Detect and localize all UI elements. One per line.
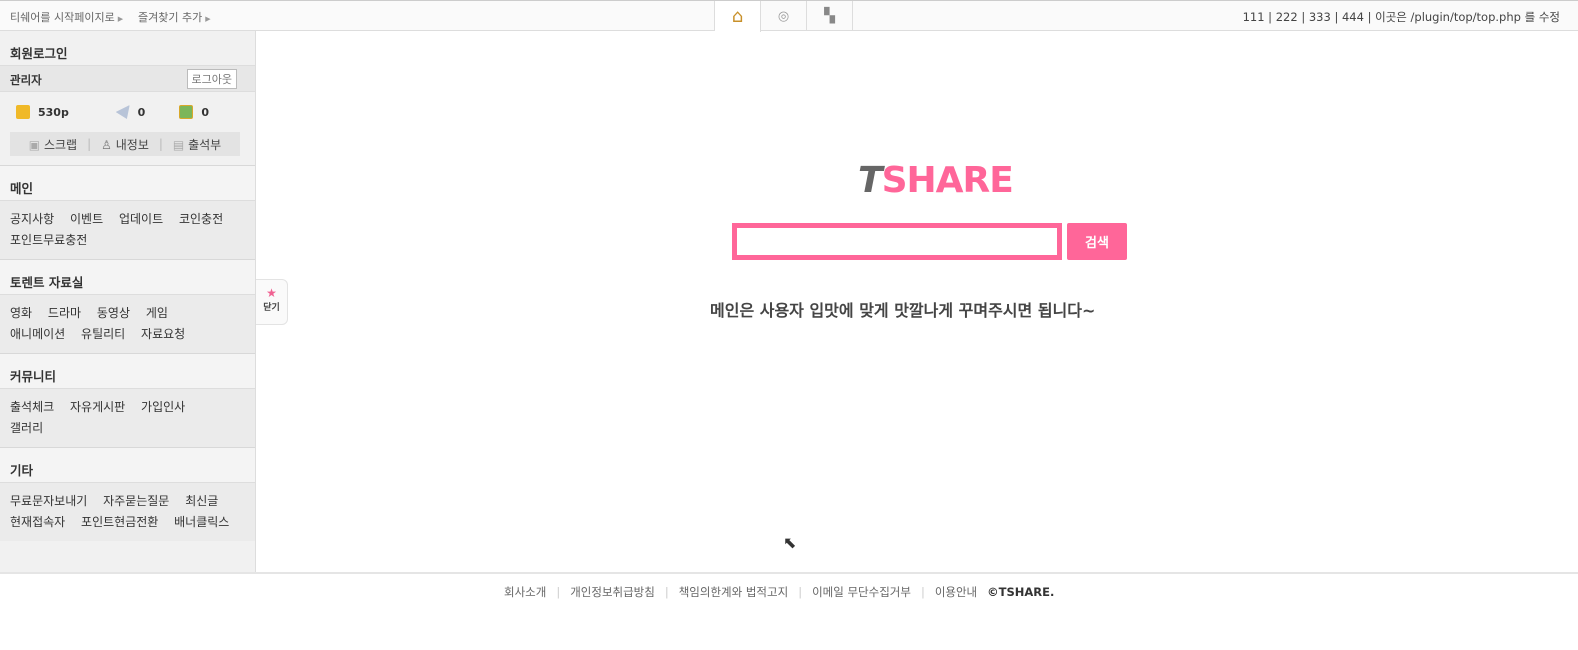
menu-link[interactable]: 이벤트 <box>70 212 103 226</box>
divider: | <box>556 585 561 599</box>
divider: | <box>664 585 669 599</box>
menu-section: 기타 무료문자보내기 자주묻는질문 최신글 현재접속자 포인트현금전환 배너클릭스 <box>0 447 255 541</box>
footer-link[interactable]: 책임의한계와 법적고지 <box>679 585 788 599</box>
tshare-logo[interactable]: TSHARE <box>858 160 1014 201</box>
login-title: 회원로그인 <box>10 46 68 61</box>
menu-link[interactable]: 게임 <box>146 306 168 320</box>
username: 관리자 <box>10 73 42 87</box>
user-row: 관리자 로그아웃 <box>0 65 255 92</box>
scrap-button[interactable]: ▣ 스크랩 <box>29 136 77 153</box>
close-sidebar-button[interactable]: ★ 닫기 <box>256 279 288 325</box>
search-button[interactable]: 검색 <box>1067 223 1127 260</box>
sidebar: 회원로그인 관리자 로그아웃 530p 0 0 ▣ 스크랩 | ♙ 내정보 | … <box>0 31 256 572</box>
memo-value: 0 <box>137 105 146 119</box>
menu-link[interactable]: 가입인사 <box>141 400 185 414</box>
tab-home[interactable]: ⌂ <box>715 1 761 32</box>
footer-link[interactable]: 이메일 무단수집거부 <box>812 585 911 599</box>
tab-user-chat[interactable]: ▚ <box>807 1 853 31</box>
mouse-cursor-icon: ⬉ <box>783 533 797 552</box>
coin-icon <box>16 105 30 119</box>
divider: | <box>87 137 92 151</box>
user-stats: 530p 0 0 <box>0 92 255 132</box>
divider: | <box>798 585 803 599</box>
menu-link[interactable]: 자주묻는질문 <box>103 494 169 508</box>
menu-link[interactable]: 자료요청 <box>141 327 185 341</box>
section-links: 영화 드라마 동영상 게임 애니메이션 유틸리티 자료요청 <box>0 295 255 353</box>
logo-t: T <box>858 160 883 201</box>
divider: | <box>158 137 163 151</box>
money-icon <box>179 105 194 119</box>
menu-link[interactable]: 영화 <box>10 306 32 320</box>
menu-link[interactable]: 유틸리티 <box>81 327 125 341</box>
menu-link[interactable]: 포인트현금전환 <box>81 515 158 529</box>
section-links: 공지사항 이벤트 업데이트 코인충전 포인트무료충전 <box>0 201 255 259</box>
user-chat-icon: ▚ <box>824 8 835 24</box>
menu-link[interactable]: 자유게시판 <box>70 400 125 414</box>
arrow-right-icon: ▶ <box>117 15 124 23</box>
scrap-icon: ▣ <box>28 137 41 152</box>
person-icon: ♙ <box>101 137 112 152</box>
arrow-right-icon: ▶ <box>205 15 211 23</box>
menu-link[interactable]: 배너클릭스 <box>174 515 229 529</box>
top-tabs: ⌂ ◎ ▚ <box>714 1 853 32</box>
bookmark-link[interactable]: 즐겨찾기 추가 ▶ <box>138 9 211 25</box>
logout-button[interactable]: 로그아웃 <box>186 69 237 89</box>
menu-link[interactable]: 공지사항 <box>10 212 54 226</box>
menu-link[interactable]: 갤러리 <box>10 421 43 435</box>
menu-section: 커뮤니티 출석체크 자유게시판 가입인사 갤러리 <box>0 353 255 447</box>
menu-link[interactable]: 동영상 <box>97 306 130 320</box>
home-icon: ⌂ <box>731 6 744 27</box>
footer-links: 회사소개 | 개인정보취급방침 | 책임의한계와 법적고지 | 이메일 무단수집거부 | 이용안… <box>504 584 1054 600</box>
coupon-stat[interactable]: 0 <box>179 105 255 119</box>
top-bar: 티쉐어를 시작페이지로 ▶ 즐겨찾기 추가 ▶ ⌂ ◎ ▚ 111 | 222 | … <box>0 0 1578 32</box>
menu-link[interactable]: 현재접속자 <box>10 515 65 529</box>
copyright: ©TSHARE. <box>987 585 1055 599</box>
section-links: 출석체크 자유게시판 가입인사 갤러리 <box>0 389 255 447</box>
section-links: 무료문자보내기 자주묻는질문 최신글 현재접속자 포인트현금전환 배너클릭스 <box>0 483 255 541</box>
myinfo-label: 내정보 <box>115 137 149 152</box>
footer-link[interactable]: 이용안내 <box>935 585 977 599</box>
menu-link[interactable]: 최신글 <box>185 494 218 508</box>
menu-section: 토렌트 자료실 영화 드라마 동영상 게임 애니메이션 유틸리티 자료요청 <box>0 259 255 353</box>
menu-link[interactable]: 포인트무료충전 <box>10 233 87 247</box>
myinfo-button[interactable]: ♙ 내정보 <box>101 136 149 153</box>
menu-link[interactable]: 업데이트 <box>119 212 163 226</box>
search-icon: ◎ <box>777 8 790 24</box>
bookmark-label: 즐겨찾기 추가 <box>138 11 203 24</box>
calendar-icon: ▤ <box>172 137 185 152</box>
set-start-page-link[interactable]: 티쉐어를 시작페이지로 ▶ <box>10 9 123 25</box>
close-label: 닫기 <box>263 303 280 313</box>
menu-section: 메인 공지사항 이벤트 업데이트 코인충전 포인트무료충전 <box>0 165 255 259</box>
section-title: 기타 <box>0 448 255 483</box>
section-title: 메인 <box>0 166 255 201</box>
top-links[interactable]: 111 | 222 | 333 | 444 | 이곳은 /plugin/top/… <box>1243 9 1560 25</box>
section-title: 토렌트 자료실 <box>0 260 255 295</box>
menu-sections: 메인 공지사항 이벤트 업데이트 코인충전 포인트무료충전 토렌트 자료실 영화 드… <box>0 165 255 541</box>
search-input[interactable] <box>732 223 1062 260</box>
menu-link[interactable]: 애니메이션 <box>10 327 65 341</box>
menu-link[interactable]: 출석체크 <box>10 400 54 414</box>
scrap-label: 스크랩 <box>43 137 78 152</box>
user-menu-bar: ▣ 스크랩 | ♙ 내정보 | ▤ 출석부 <box>10 132 240 156</box>
footer: 회사소개 | 개인정보취급방침 | 책임의한계와 법적고지 | 이메일 무단수집거부 | 이용안… <box>0 572 1578 650</box>
menu-link[interactable]: 드라마 <box>48 306 81 320</box>
coupon-value: 0 <box>201 105 209 119</box>
points-value: 530p <box>38 105 69 119</box>
divider: | <box>920 585 925 599</box>
main-message: 메인은 사용자 입맛에 맞게 맛깔나게 꾸며주시면 됩니다~ <box>710 301 1096 320</box>
menu-link[interactable]: 코인충전 <box>179 212 223 226</box>
paper-plane-icon <box>115 105 130 119</box>
star-icon: ★ <box>266 286 277 300</box>
start-page-label: 티쉐어를 시작페이지로 <box>10 11 115 24</box>
attendance-button[interactable]: ▤ 출석부 <box>173 136 221 153</box>
footer-link[interactable]: 개인정보취급방침 <box>570 585 655 599</box>
points-stat[interactable]: 530p <box>16 105 92 119</box>
section-title: 커뮤니티 <box>0 354 255 389</box>
footer-link[interactable]: 회사소개 <box>504 585 546 599</box>
attendance-label: 출석부 <box>188 137 222 152</box>
logo-share: SHARE <box>881 160 1014 201</box>
tab-search[interactable]: ◎ <box>761 1 807 31</box>
menu-link[interactable]: 무료문자보내기 <box>10 494 87 508</box>
